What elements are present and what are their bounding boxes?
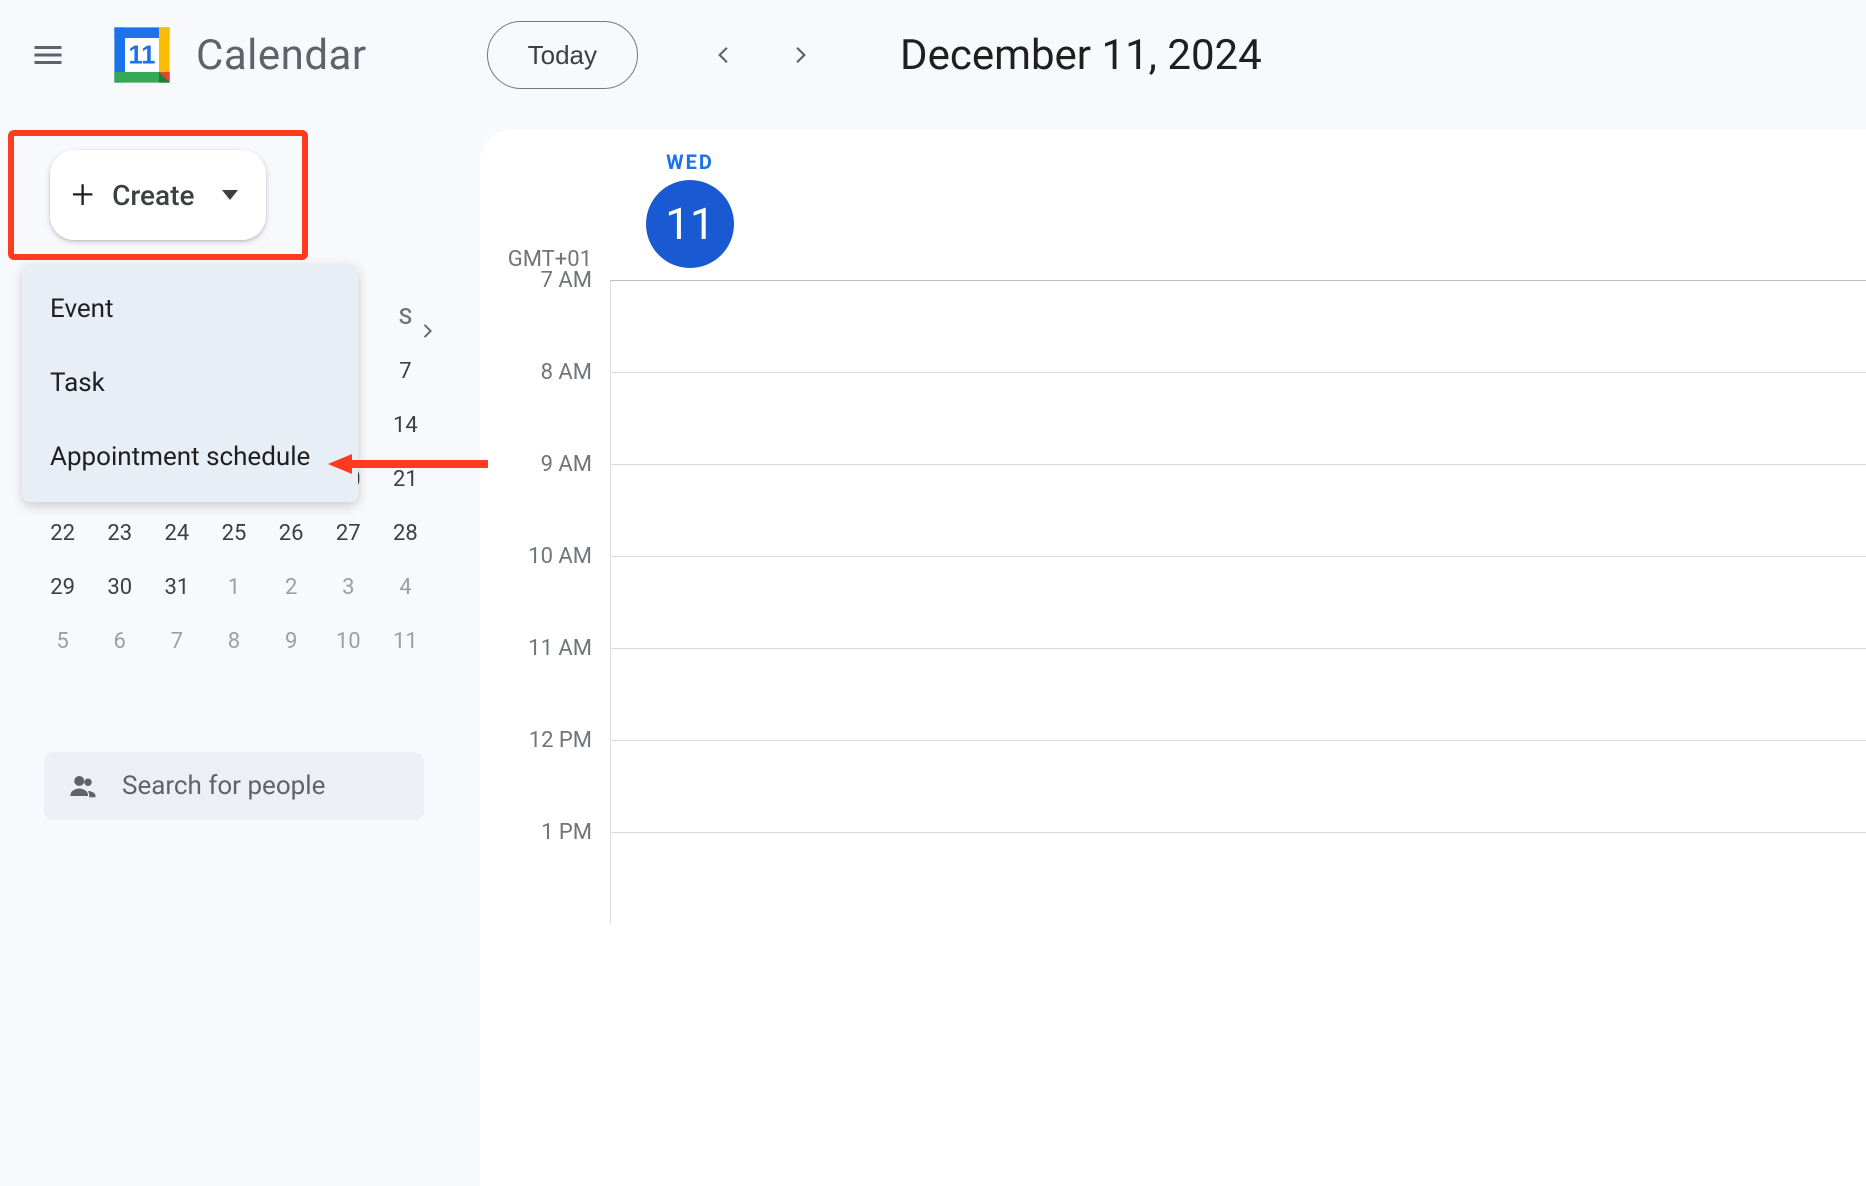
hour-cell[interactable]	[610, 280, 1866, 372]
day-header: GMT+01 WED 11	[480, 130, 1866, 280]
hour-label: 10 AM	[480, 544, 610, 636]
calendar-logo-icon: 11	[108, 21, 176, 89]
mini-cal-day[interactable]: 22	[34, 521, 91, 546]
day-of-month: 11	[646, 180, 734, 268]
mini-cal-day[interactable]: 24	[148, 521, 205, 546]
hamburger-icon	[30, 37, 66, 73]
create-button[interactable]: + Create	[50, 150, 267, 240]
mini-cal-day[interactable]: 29	[34, 575, 91, 600]
people-search-placeholder: Search for people	[122, 771, 325, 801]
app-header: 11 Calendar Today December 11, 2024	[0, 0, 1866, 110]
mini-cal-day[interactable]: 9	[263, 629, 320, 654]
hour-row[interactable]: 11 AM	[480, 648, 1866, 740]
hour-label: 8 AM	[480, 360, 610, 452]
hour-label: 1 PM	[480, 820, 610, 912]
create-button-label: Create	[112, 179, 194, 212]
mini-cal-row: 22232425262728	[34, 506, 434, 560]
mini-cal-next-button[interactable]	[416, 320, 438, 346]
mini-cal-day[interactable]: 3	[320, 575, 377, 600]
chevron-right-icon	[416, 320, 438, 342]
mini-cal-day[interactable]: 25	[205, 521, 262, 546]
hour-cell[interactable]	[610, 648, 1866, 740]
mini-cal-day[interactable]: 7	[377, 359, 434, 384]
hour-cell[interactable]	[610, 740, 1866, 832]
mini-cal-day[interactable]: 21	[377, 467, 434, 492]
mini-cal-day[interactable]: 30	[91, 575, 148, 600]
plus-icon: +	[72, 175, 95, 215]
hour-cell[interactable]	[610, 464, 1866, 556]
hour-row[interactable]: 8 AM	[480, 372, 1866, 464]
svg-text:11: 11	[129, 42, 156, 70]
mini-cal-day[interactable]: 8	[205, 629, 262, 654]
hour-rows[interactable]: 7 AM8 AM9 AM10 AM11 AM12 PM1 PM	[480, 280, 1866, 924]
hour-label: 7 AM	[480, 268, 610, 360]
mini-cal-day[interactable]: 26	[263, 521, 320, 546]
people-search[interactable]: Search for people	[44, 752, 424, 820]
hour-cell[interactable]	[610, 372, 1866, 464]
main-menu-button[interactable]	[24, 31, 72, 79]
day-of-week: WED	[666, 150, 714, 174]
mini-cal-day[interactable]: 1	[205, 575, 262, 600]
hour-row[interactable]: 7 AM	[480, 280, 1866, 372]
create-menu-task[interactable]: Task	[22, 346, 358, 420]
create-menu-event[interactable]: Event	[22, 272, 358, 346]
date-heading: December 11, 2024	[900, 31, 1262, 80]
hour-row[interactable]: 9 AM	[480, 464, 1866, 556]
mini-cal-row: 567891011	[34, 614, 434, 668]
create-dropdown: Event Task Appointment schedule	[22, 264, 358, 502]
mini-cal-day[interactable]: 2	[263, 575, 320, 600]
people-icon	[68, 771, 98, 801]
today-button[interactable]: Today	[487, 21, 638, 89]
hour-row[interactable]: 10 AM	[480, 556, 1866, 648]
caret-down-icon	[222, 190, 238, 200]
prev-day-button[interactable]	[704, 35, 744, 75]
hour-label: 9 AM	[480, 452, 610, 544]
mini-cal-day[interactable]: 11	[377, 629, 434, 654]
calendar-day-grid: GMT+01 WED 11 7 AM8 AM9 AM10 AM11 AM12 P…	[480, 130, 1866, 1186]
hour-row[interactable]: 12 PM	[480, 740, 1866, 832]
mini-cal-day[interactable]: 14	[377, 413, 434, 438]
mini-cal-day[interactable]: 28	[377, 521, 434, 546]
mini-cal-day[interactable]: 10	[320, 629, 377, 654]
date-nav	[704, 35, 820, 75]
create-menu-appointment[interactable]: Appointment schedule	[22, 420, 358, 494]
hour-label: 11 AM	[480, 636, 610, 728]
timezone-label: GMT+01	[480, 150, 610, 280]
mini-cal-day[interactable]: 5	[34, 629, 91, 654]
mini-cal-day[interactable]: 27	[320, 521, 377, 546]
hour-label: 12 PM	[480, 728, 610, 820]
hour-row[interactable]: 1 PM	[480, 832, 1866, 924]
create-button-highlight: + Create	[8, 130, 308, 260]
chevron-left-icon	[711, 42, 737, 68]
hour-cell[interactable]	[610, 832, 1866, 924]
mini-cal-day[interactable]: 7	[148, 629, 205, 654]
app-logo[interactable]: 11 Calendar	[108, 21, 367, 89]
mini-cal-day[interactable]: 6	[91, 629, 148, 654]
mini-cal-row: 2930311234	[34, 560, 434, 614]
mini-cal-day[interactable]: 4	[377, 575, 434, 600]
app-title: Calendar	[196, 31, 367, 80]
mini-cal-day[interactable]: 31	[148, 575, 205, 600]
mini-cal-day[interactable]: 23	[91, 521, 148, 546]
chevron-right-icon	[787, 42, 813, 68]
next-day-button[interactable]	[780, 35, 820, 75]
day-header-column[interactable]: WED 11	[610, 150, 770, 280]
hour-cell[interactable]	[610, 556, 1866, 648]
